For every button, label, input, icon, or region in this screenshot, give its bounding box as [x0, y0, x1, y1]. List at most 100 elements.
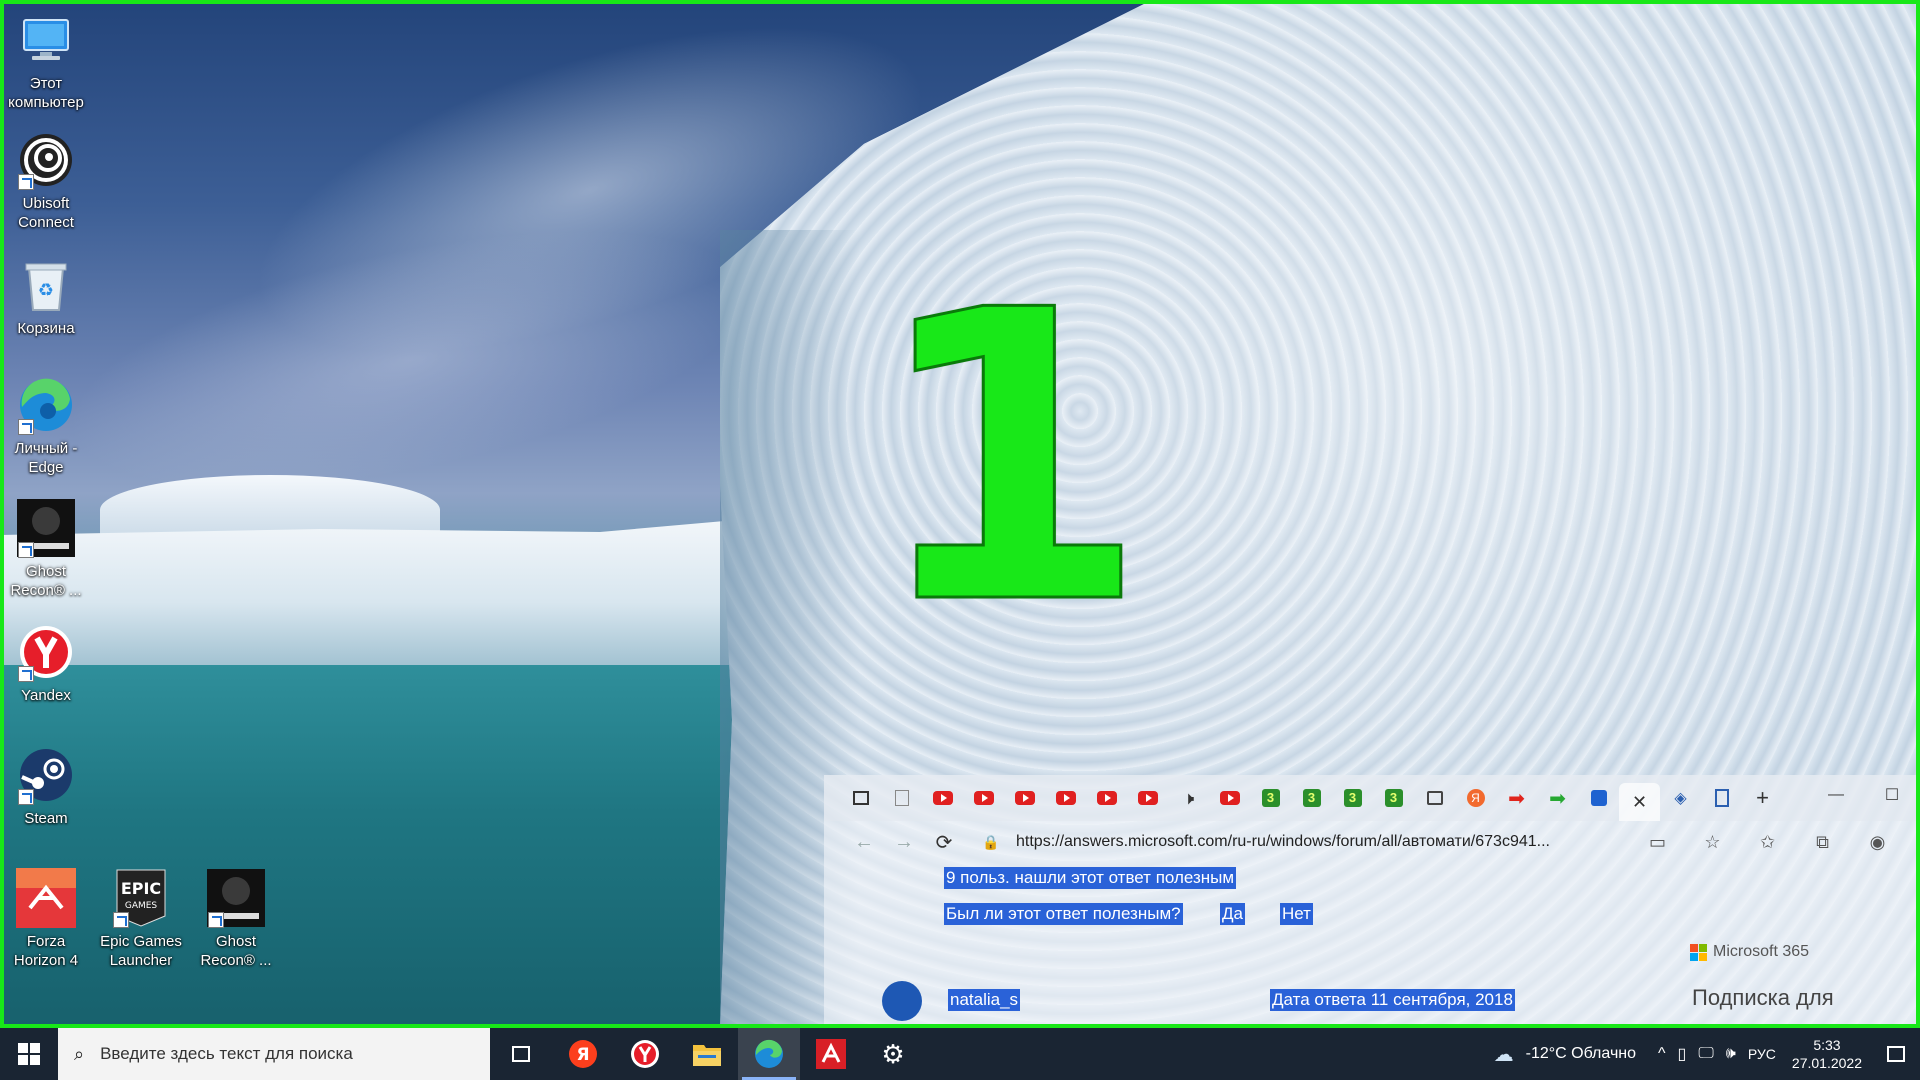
yandex-browser-icon [631, 1040, 659, 1068]
tab[interactable] [963, 782, 1004, 814]
window-controls: — ☐ [1808, 775, 1920, 815]
forward-button[interactable]: → [884, 825, 924, 859]
shortcut-arrow-icon [18, 789, 34, 805]
desktop-icon-label: Личный - Edge [14, 440, 78, 476]
youtube-icon [973, 791, 994, 805]
chevron-up-icon[interactable]: ^ [1652, 1045, 1672, 1063]
maximize-button[interactable]: ☐ [1864, 775, 1920, 815]
tab[interactable]: ◈ [1660, 782, 1701, 814]
tab[interactable]: 🕨 [1168, 782, 1209, 814]
tab[interactable] [1086, 782, 1127, 814]
clock-date: 27.01.2022 [1791, 1055, 1862, 1071]
desktop-icon-epic-games[interactable]: EPIC GAMES Epic Games Launcher [95, 868, 187, 970]
close-icon[interactable]: ✕ [1632, 792, 1647, 813]
tab[interactable]: ➡ [1496, 782, 1537, 814]
taskbar-yandex-launcher[interactable]: Я [552, 1028, 614, 1080]
toolbar: ▭ ☆ ✩ ⧉ ◉ [1630, 825, 1905, 859]
sidebar-icon [852, 791, 869, 805]
tab[interactable]: 3 [1373, 782, 1414, 814]
url-field[interactable]: 🔒 https://answers.microsoft.com/ru-ru/wi… [982, 826, 1616, 858]
task-view-icon [512, 1046, 530, 1062]
desktop-icon-edge[interactable]: Личный - Edge [0, 375, 92, 477]
yes-button[interactable]: Да [1220, 903, 1245, 925]
puzzle-icon: ◈ [1674, 790, 1687, 807]
tab[interactable] [1414, 782, 1455, 814]
no-button[interactable]: Нет [1280, 903, 1313, 925]
edge-icon [755, 1039, 783, 1068]
clock[interactable]: 5:33 27.01.2022 [1782, 1036, 1872, 1072]
tab[interactable]: 3 [1250, 782, 1291, 814]
profile-icon[interactable]: ◉ [1850, 825, 1905, 859]
tab[interactable]: Я [1455, 782, 1496, 814]
task-view-button[interactable] [490, 1028, 552, 1080]
youtube-icon [1137, 791, 1158, 805]
desktop-icon-label: Этот компьютер [8, 75, 84, 111]
youtube-icon [932, 791, 953, 805]
taskbar-file-explorer[interactable] [676, 1028, 738, 1080]
volume-icon[interactable]: 🕪 [1720, 1045, 1742, 1063]
tab[interactable] [1004, 782, 1045, 814]
start-button[interactable] [0, 1028, 58, 1080]
desktop-icon-this-pc[interactable]: Этот компьютер [0, 10, 92, 112]
desktop-icon-ghost-recon-2[interactable]: Ghost Recon® ... [190, 868, 282, 970]
microsoft-365-link[interactable]: Microsoft 365 [1690, 943, 1809, 961]
shortcut-arrow-icon [208, 912, 224, 928]
network-icon[interactable]: 🖵 [1692, 1045, 1719, 1063]
tab[interactable] [1209, 782, 1250, 814]
tab[interactable] [881, 782, 922, 814]
tab[interactable] [1127, 782, 1168, 814]
refresh-button[interactable]: ⟳ [924, 825, 964, 859]
clock-time: 5:33 [1813, 1037, 1841, 1053]
reading-view-icon[interactable]: ▭ [1630, 825, 1685, 859]
epic-games-icon: EPIC GAMES [111, 868, 171, 928]
tab[interactable] [1045, 782, 1086, 814]
tab[interactable] [1701, 782, 1742, 814]
tab[interactable] [922, 782, 963, 814]
notification-icon [1887, 1046, 1905, 1062]
browser-window[interactable]: 🕨 3 3 3 3 Я ➡ ➡ ✕ ◈ + — ☐ ← → ⟳ 🔒 https:… [824, 775, 1920, 1028]
tab[interactable]: 3 [1291, 782, 1332, 814]
steam-icon [16, 745, 76, 805]
g3-icon: 3 [1343, 789, 1362, 807]
tab[interactable]: ➡ [1537, 782, 1578, 814]
shortcut-arrow-icon [18, 666, 34, 682]
taskbar-amd[interactable] [800, 1028, 862, 1080]
tab[interactable]: 3 [1332, 782, 1373, 814]
back-button[interactable]: ← [844, 825, 884, 859]
tab[interactable] [1578, 782, 1619, 814]
edge-icon [16, 375, 76, 435]
new-tab-button[interactable]: + [1742, 782, 1783, 814]
add-favorite-icon[interactable]: ☆ [1685, 825, 1740, 859]
ghost-recon-icon [16, 498, 76, 558]
minimize-button[interactable]: — [1808, 775, 1864, 815]
taskbar-search[interactable]: ⌕ Введите здесь текст для поиска [58, 1028, 490, 1080]
page-content: 9 польз. нашли этот ответ полезным Был л… [824, 863, 1920, 1028]
notification-center-button[interactable] [1872, 1028, 1920, 1080]
language-indicator[interactable]: РУС [1742, 1046, 1782, 1062]
desktop-icon-steam[interactable]: Steam [0, 745, 92, 828]
computer-icon [16, 10, 76, 70]
tab-active[interactable]: ✕ [1619, 783, 1660, 821]
desktop-icon-forza[interactable]: Forza Horizon 4 [0, 868, 92, 970]
collections-icon[interactable]: ⧉ [1795, 825, 1850, 859]
desktop-icon-yandex[interactable]: Yandex [0, 622, 92, 705]
yandex-icon: Я [569, 1040, 597, 1068]
desktop-icon-recycle-bin[interactable]: ♻ Корзина [0, 255, 92, 338]
taskbar-yandex-browser[interactable] [614, 1028, 676, 1080]
desktop-icon-ghost-recon[interactable]: Ghost Recon® ... [0, 498, 92, 600]
taskbar-settings[interactable]: ⚙ [862, 1028, 924, 1080]
desktop-icon-label: Корзина [17, 320, 75, 337]
subscribe-text: Подписка для [1692, 985, 1834, 1010]
calendar-icon [1426, 791, 1443, 805]
address-bar: ← → ⟳ 🔒 https://answers.microsoft.com/ru… [824, 821, 1920, 863]
favorites-icon[interactable]: ✩ [1740, 825, 1795, 859]
search-icon: ⌕ [74, 1043, 85, 1064]
tab-actions-button[interactable] [840, 782, 881, 814]
device-icon[interactable]: ▯ [1672, 1044, 1693, 1064]
youtube-icon [1096, 791, 1117, 805]
taskbar-edge[interactable] [738, 1028, 800, 1080]
weather-text[interactable]: -12°C Облачно [1520, 1045, 1652, 1063]
author-name[interactable]: natalia_s [948, 989, 1021, 1011]
amd-icon [816, 1039, 846, 1069]
desktop-icon-ubisoft[interactable]: Ubisoft Connect [0, 130, 92, 232]
